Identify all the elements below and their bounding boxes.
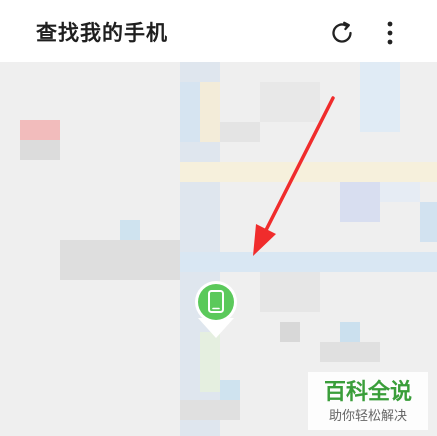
more-vertical-icon[interactable] — [378, 18, 402, 48]
watermark-logo: 百科全说 助你轻松解决 — [308, 372, 428, 430]
page-title: 查找我的手机 — [36, 21, 168, 45]
watermark-subtext: 助你轻松解决 — [329, 409, 407, 424]
watermark-text: 百科全说 — [324, 379, 412, 405]
refresh-icon[interactable] — [329, 20, 355, 46]
device-location-pin[interactable] — [190, 280, 242, 344]
app-header: 查找我的手机 — [0, 0, 437, 62]
